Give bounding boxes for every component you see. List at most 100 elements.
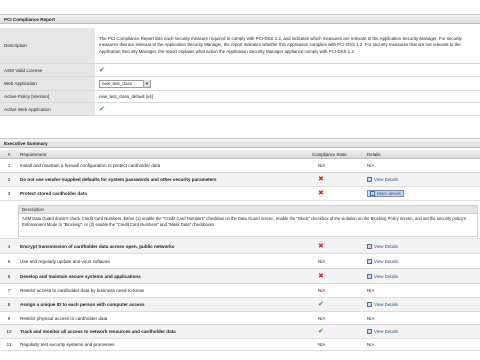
row-requirement: Install and maintain a firewall configur… [20, 163, 161, 168]
details-icon [367, 302, 372, 307]
row-details: N/A [367, 342, 375, 347]
row-state: ✔ [310, 328, 365, 335]
row-state: N/A [318, 342, 326, 347]
details-icon [367, 177, 372, 182]
row-requirement: Encrypt transmission of cardholder data … [20, 243, 175, 249]
row-requirement: Restrict access to cardholder data by bu… [20, 288, 145, 293]
table-row: 3 Protect stored cardholder data ✖ More … [0, 187, 480, 201]
table-row: 4 Encrypt transmission of cardholder dat… [0, 239, 480, 254]
row-requirement: Assign a unique ID to each person with c… [20, 302, 145, 307]
expanded-text: ASM Data Guard doesn't check Credit Card… [22, 216, 466, 227]
description-value: The PCI Compliance Report lists each sec… [95, 28, 480, 63]
check-icon: ✔ [318, 328, 324, 335]
summary-section-header: Executive Summary [0, 138, 480, 148]
report-title: PCI Compliance Report [4, 17, 56, 22]
row-requirement: Use and regularly update anti-virus soft… [20, 258, 110, 264]
expanded-title: Description [19, 206, 477, 214]
summary-table-header: # Requirement Compliance State Details [0, 150, 480, 159]
row-num: 6 [7, 273, 11, 279]
report-form: Description The PCI Compliance Report li… [0, 28, 480, 116]
view-details-label: View Details [374, 329, 399, 334]
row-requirement: Develop and maintain secure systems and … [20, 273, 141, 279]
row-details: View Details [365, 243, 480, 249]
table-row: 7 Restrict access to cardholder data by … [0, 284, 480, 298]
table-row: 5 Use and regularly update anti-virus so… [0, 254, 480, 269]
license-row: ASM Valid License ✔ [0, 64, 480, 77]
row-num: 11 [6, 342, 12, 347]
view-details-link[interactable]: View Details [367, 329, 398, 334]
more-details-label: More details [377, 191, 401, 196]
row-details: View Details [365, 273, 480, 279]
active-web-app-row: Active Web Application ✔ [0, 103, 480, 116]
table-row: 9 Restrict physical access to cardholder… [0, 312, 480, 325]
active-policy-value: new_test_class_default [v4] [95, 91, 480, 102]
col-header-details: Details [367, 151, 381, 157]
row-details: View Details [365, 177, 480, 182]
row-details: View Details [365, 329, 480, 334]
table-row: 1 Install and maintain a firewall config… [0, 159, 480, 173]
web-app-row: Web Application new_test_class ▼ [0, 77, 480, 91]
summary-table: # Requirement Compliance State Details 1… [0, 150, 480, 351]
cross-icon: ✖ [318, 176, 324, 183]
active-web-app-label: Active Web Application [0, 103, 95, 115]
details-icon [367, 273, 372, 279]
row-state: ✖ [310, 243, 365, 250]
report-section-header: PCI Compliance Report [0, 14, 480, 24]
web-app-label: Web Application [0, 77, 95, 90]
row-state: ✖ [310, 176, 365, 183]
table-row: 11 Regularly test security systems and p… [0, 339, 480, 351]
view-details-link[interactable]: View Details [367, 302, 398, 307]
web-app-select[interactable]: new_test_class ▼ [99, 79, 151, 88]
row-num: 9 [7, 315, 11, 321]
more-details-link[interactable]: More details [367, 190, 404, 197]
row-details: N/A [367, 288, 375, 293]
view-details-label: View Details [374, 243, 399, 249]
summary-title: Executive Summary [4, 141, 48, 146]
web-app-select-value: new_test_class [102, 81, 133, 86]
cross-icon: ✖ [318, 242, 324, 250]
row-requirement: Regularly test security systems and proc… [20, 342, 115, 347]
details-icon [370, 191, 375, 196]
table-row: 8 Assign a unique ID to each person with… [0, 298, 480, 312]
row-num: 8 [7, 302, 11, 307]
expanded-description-box: Description ASM Data Guard doesn't check… [18, 205, 478, 237]
row-requirement: Do not use vendor-supplied defaults for … [20, 177, 217, 182]
row-state: N/A [318, 315, 326, 321]
row-num: 1 [7, 163, 11, 168]
view-details-label: View Details [374, 302, 399, 307]
cross-icon: ✖ [318, 190, 324, 197]
active-policy-label: Active Policy [Version] [0, 91, 95, 102]
check-icon: ✔ [99, 66, 105, 74]
row-state: N/A [318, 163, 326, 168]
col-header-num: # [7, 151, 11, 157]
row-num: 5 [7, 258, 11, 264]
description-label: Description [0, 28, 95, 63]
view-details-link[interactable]: View Details [367, 177, 398, 182]
license-label: ASM Valid License [0, 64, 95, 76]
license-value: ✔ [95, 64, 480, 76]
check-icon: ✔ [99, 105, 105, 113]
web-app-value: new_test_class ▼ [95, 77, 480, 90]
row-details: View Details [365, 258, 480, 264]
table-row: 10 Track and monitor all access to netwo… [0, 325, 480, 339]
details-icon [367, 329, 372, 334]
active-policy-row: Active Policy [Version] new_test_class_d… [0, 91, 480, 103]
view-details-label: View Details [374, 258, 399, 264]
row-details: View Details [365, 302, 480, 307]
row-state: ✔ [310, 301, 365, 308]
cross-icon: ✖ [318, 272, 324, 280]
details-icon [367, 258, 372, 264]
expanded-description: Description ASM Data Guard doesn't check… [0, 201, 480, 239]
check-icon: ✔ [318, 301, 324, 308]
row-num: 4 [7, 243, 11, 249]
view-details-link[interactable]: View Details [367, 258, 399, 264]
view-details-link[interactable]: View Details [367, 243, 399, 249]
col-header-state: Compliance State [312, 151, 347, 157]
row-requirement: Track and monitor all access to network … [20, 329, 176, 334]
view-details-link[interactable]: View Details [367, 273, 398, 279]
col-header-requirement: Requirement [20, 151, 47, 157]
row-details: N/A [367, 163, 375, 168]
active-web-app-value: ✔ [95, 103, 480, 115]
row-num: 10 [6, 329, 12, 334]
row-state: ✖ [310, 273, 365, 280]
